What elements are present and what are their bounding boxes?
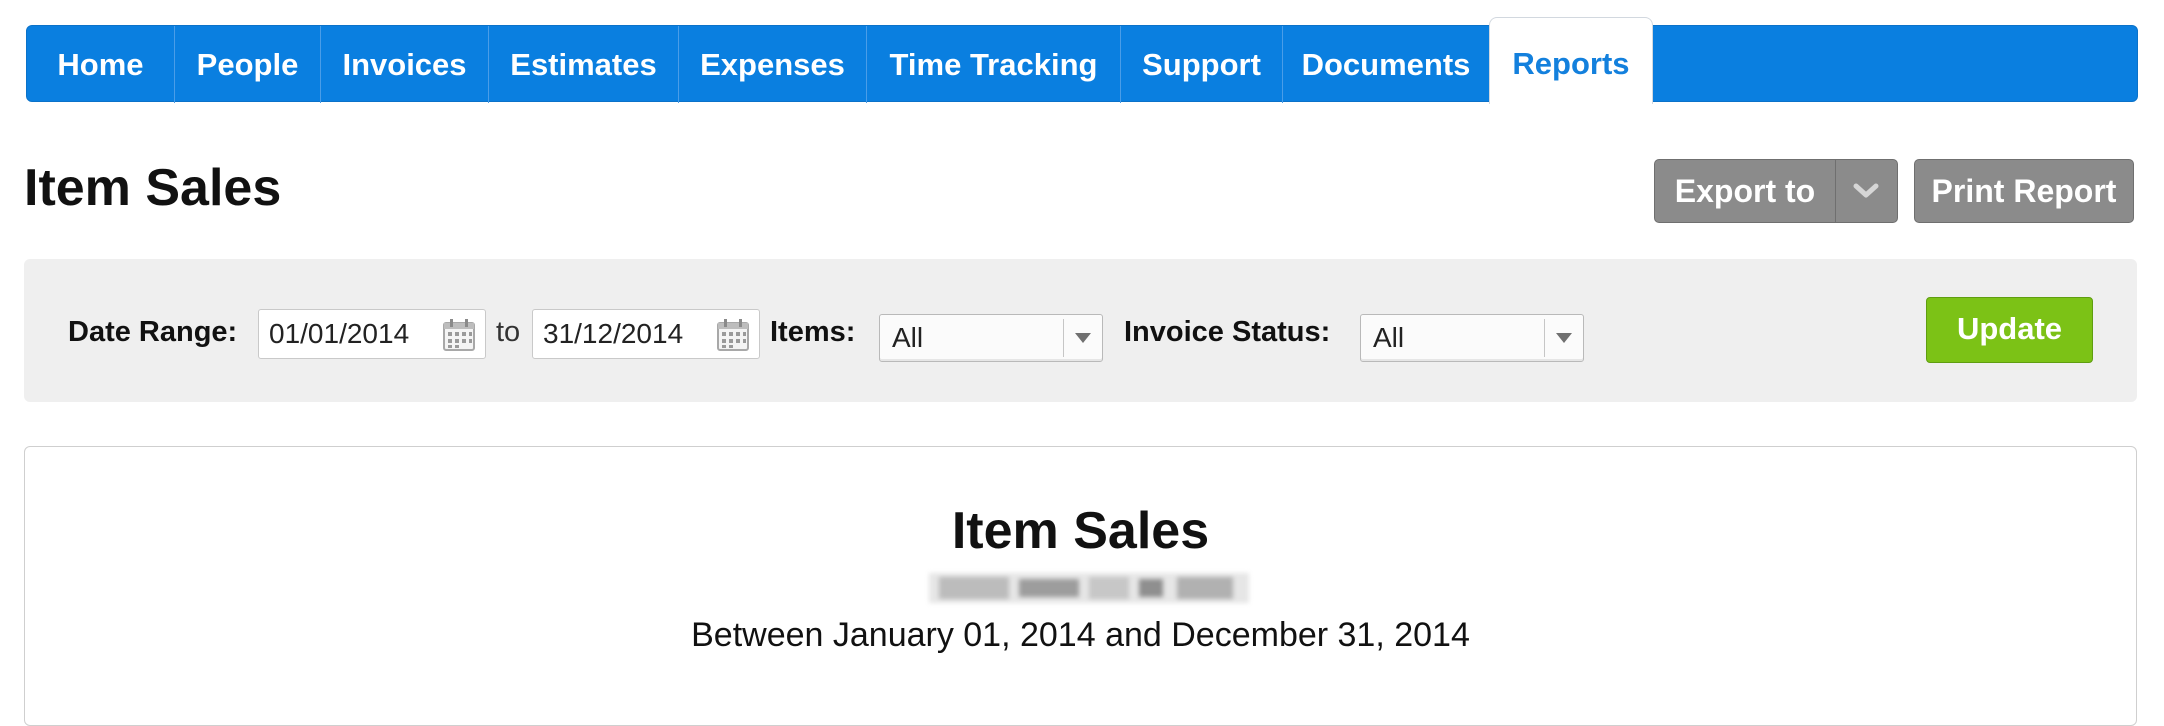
date-to-field[interactable]: 31/12/2014 [532,309,760,359]
dropdown-arrow-icon[interactable] [1075,333,1091,343]
date-from-value: 01/01/2014 [269,318,410,349]
tab-estimates[interactable]: Estimates [489,26,679,103]
export-divider [1835,160,1836,222]
items-select[interactable]: All [879,314,1103,362]
date-to-separator: to [496,316,521,348]
tab-home[interactable]: Home [27,26,175,103]
report-title: Item Sales [951,502,1210,560]
dropdown-arrow-icon[interactable] [1556,333,1572,343]
invoice-status-select[interactable]: All [1360,314,1584,362]
select-divider [1063,319,1064,357]
filter-bar: Date Range: 01/01/2014 to 31/12/2014 Ite… [24,259,2137,402]
tab-expenses[interactable]: Expenses [679,26,867,103]
items-label: Items: [770,316,856,348]
date-range-label: Date Range: [68,316,238,348]
tab-people[interactable]: People [175,26,321,103]
tab-time-tracking[interactable]: Time Tracking [867,26,1121,103]
chevron-down-icon[interactable] [1837,160,1895,222]
select-divider [1544,319,1545,357]
invoice-status-label: Invoice Status: [1124,316,1331,348]
main-nav: Home People Invoices Estimates Expenses … [26,17,2138,104]
export-dropdown-button[interactable]: Export to [1654,159,1898,223]
export-button-label: Export to [1674,173,1816,209]
invoice-status-select-value: All [1373,322,1405,353]
tab-support[interactable]: Support [1121,26,1283,103]
report-date-range: Between January 01, 2014 and December 31… [691,616,1470,654]
tab-documents[interactable]: Documents [1283,26,1489,103]
items-select-value: All [892,322,924,353]
redacted-company-name [929,565,1249,611]
tab-reports[interactable]: Reports [1489,17,1653,104]
date-to-value: 31/12/2014 [543,318,684,349]
print-report-button[interactable]: Print Report [1914,159,2134,223]
page-title: Item Sales [24,159,282,217]
tab-invoices[interactable]: Invoices [321,26,489,103]
calendar-icon[interactable] [441,317,479,358]
update-button[interactable]: Update [1926,297,2093,363]
date-from-field[interactable]: 01/01/2014 [258,309,486,359]
report-panel: Item Sales Between January 01, 2014 and … [24,446,2137,726]
calendar-icon[interactable] [715,317,753,358]
